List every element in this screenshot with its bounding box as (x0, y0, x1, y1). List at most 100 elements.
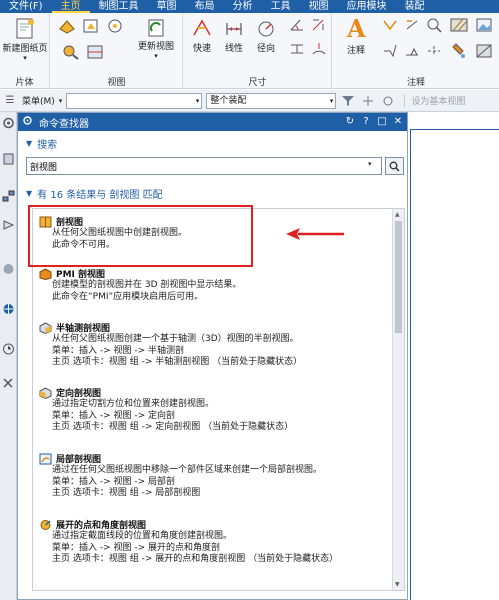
menu-assembly[interactable]: 装配 (396, 0, 434, 13)
datum-feature-icon[interactable] (403, 17, 421, 33)
broken-view-icon[interactable] (85, 43, 105, 61)
new-sheet-button[interactable]: 新建图纸页 ▾ (3, 17, 48, 62)
panel-close-icon[interactable]: ✕ (392, 116, 404, 128)
assembly-navigator-icon[interactable] (1, 188, 16, 204)
search-input[interactable] (26, 157, 382, 175)
panel-help-icon[interactable]: ? (360, 116, 372, 128)
list-item[interactable]: PMI 剖视图 创建模型的剖视图并在 3D 剖视图中显示结果。 此命令在“PMI… (39, 267, 389, 303)
menu-home[interactable]: 主页 (51, 0, 90, 13)
scroll-up-icon[interactable]: ▲ (395, 211, 400, 218)
ribbon-group-dimension: 快速 线性 径向 尺寸 (184, 13, 332, 89)
update-view-button[interactable]: 更新视图 ▾ (133, 17, 179, 60)
scrollbar-thumb[interactable] (395, 221, 402, 333)
menu-button[interactable]: 菜单(M) (22, 94, 55, 107)
chamfer-dimension-icon[interactable] (310, 17, 328, 33)
break-out-section-icon (39, 453, 52, 465)
panel-reset-icon[interactable]: ↻ (344, 116, 356, 128)
svg-text:A: A (346, 15, 366, 43)
menu-dropdown-icon[interactable]: ▾ (59, 97, 63, 105)
centerline-icon[interactable] (425, 43, 443, 59)
result-title: 半轴测剖视图 (56, 324, 111, 334)
image-icon[interactable] (475, 17, 493, 33)
quick-dimension-icon (191, 17, 213, 41)
menu-list-icon[interactable]: ☰ (2, 93, 18, 109)
history-clock-icon[interactable] (1, 342, 16, 358)
type-filter-select[interactable]: ▾ (66, 92, 203, 109)
arc-length-dimension-icon[interactable] (310, 41, 328, 57)
symbol-icon[interactable] (425, 17, 443, 33)
note-icon: A (343, 15, 369, 43)
menu-layout[interactable]: 布局 (186, 0, 224, 13)
radial-dimension-button[interactable]: 径向 (252, 17, 280, 54)
ribbon-group-sheet-label: 片体 (15, 78, 34, 88)
update-view-icon (145, 17, 167, 39)
menu-view[interactable]: 视图 (300, 0, 338, 13)
results-scrollbar[interactable]: ▲ ▼ (392, 209, 404, 590)
menu-file[interactable]: 文件(F) (0, 0, 52, 13)
base-view-icon[interactable] (57, 17, 77, 35)
search-button[interactable] (385, 157, 404, 175)
list-item[interactable]: 定向剖视图 通过指定切割方位和位置来创建剖视图。 菜单：插入 -> 视图 -> … (39, 386, 389, 434)
feature-control-frame-icon[interactable] (381, 17, 399, 33)
filter-options-icon[interactable] (340, 93, 356, 109)
result-title: 定向剖视图 (56, 389, 102, 399)
part-navigator-icon[interactable] (1, 152, 16, 168)
menu-drafting-tools[interactable]: 制图工具 (90, 0, 148, 13)
reuse-library-icon[interactable] (1, 262, 16, 278)
result-description: 通过在任何父图纸视图中移除一个部件区域来创建一个局部剖视图。 (52, 465, 323, 475)
menu-tools[interactable]: 工具 (262, 0, 300, 13)
results-section-header[interactable]: ▼ 有 16 条结果与 剖视图 匹配 (18, 185, 407, 201)
constraint-navigator-icon[interactable] (1, 218, 16, 234)
quick-dimension-label: 快速 (192, 44, 211, 54)
menu-application[interactable]: 应用模块 (338, 0, 396, 13)
command-finder-panel: 命令查找器 ↻ ? □ ✕ ▼ 搜索 ▾ ▼ 有 16 条结果与 剖视图 匹配 … (17, 112, 408, 600)
list-item[interactable]: 局部剖视图 通过在任何父图纸视图中移除一个部件区域来创建一个局部剖视图。 菜单：… (39, 452, 389, 500)
settings-gear-icon[interactable] (1, 116, 16, 132)
selection-scope-select[interactable]: 整个装配 ▾ (206, 92, 337, 109)
note-button[interactable]: A 注释 (339, 15, 373, 56)
result-menu-path: 菜单：插入 -> 视图 -> 展开的点和角度剖 (52, 542, 221, 553)
angular-dimension-icon[interactable] (288, 17, 306, 33)
update-view-label: 更新视图 (137, 42, 174, 52)
menu-analysis[interactable]: 分析 (224, 0, 262, 13)
section-line-icon[interactable] (61, 43, 81, 61)
quick-dimension-button[interactable]: 快速 (188, 17, 216, 54)
panel-titlebar: 命令查找器 ↻ ? □ ✕ (18, 113, 407, 131)
panel-maximize-icon[interactable]: □ (376, 116, 388, 128)
result-ribbon-path: 主页 选项卡：视图 组 -> 定向剖视图 （当前处于隐藏状态） (52, 422, 294, 432)
snap-options-icon[interactable] (380, 93, 396, 109)
scroll-down-icon[interactable]: ▼ (395, 581, 400, 588)
annotation-arrow-icon (286, 228, 344, 240)
panel-title: 命令查找器 (39, 118, 89, 130)
detail-view-icon[interactable] (105, 17, 125, 35)
roles-tools-icon[interactable] (1, 376, 16, 392)
list-item[interactable]: 半轴测剖视图 从任何父图纸视图创建一个基于轴测（3D）视图的半剖视图。 菜单：插… (39, 321, 389, 369)
linear-dimension-button[interactable]: 线性 (220, 17, 248, 54)
search-history-dropdown-icon[interactable]: ▾ (368, 160, 372, 168)
unfolded-point-angle-section-icon (39, 519, 52, 531)
radial-dimension-label: 径向 (256, 44, 275, 54)
search-section-header[interactable]: ▼ 搜索 (18, 135, 57, 151)
surface-finish-icon[interactable] (381, 43, 399, 59)
web-browser-icon[interactable] (1, 302, 16, 318)
snap-point-icon[interactable] (360, 93, 376, 109)
weld-symbol-icon[interactable] (403, 43, 421, 59)
collapse-chevron-icon: ▼ (26, 188, 33, 198)
result-menu-path: 菜单：插入 -> 视图 -> 定向剖 (52, 410, 176, 421)
panel-settings-icon[interactable] (22, 115, 33, 129)
collapse-chevron-icon: ▼ (26, 138, 33, 148)
ribbon: 新建图纸页 ▾ 片体 更新视图 ▾ 视图 快速 线性 径向 尺寸 A 注释 注释 (0, 13, 499, 89)
set-base-view-button[interactable]: 设为基本视图 (404, 94, 465, 107)
hatch-icon[interactable] (449, 17, 469, 33)
graphics-window[interactable] (410, 129, 499, 600)
result-title: 展开的点和角度剖视图 (56, 521, 147, 531)
region-fill-icon[interactable] (475, 43, 493, 59)
thickness-dimension-icon[interactable] (288, 41, 306, 57)
projected-view-icon[interactable] (81, 17, 101, 35)
ribbon-group-dimension-label: 尺寸 (248, 78, 267, 88)
list-item[interactable]: 展开的点和角度剖视图 通过指定截面线段的位置和角度创建剖视图。 菜单：插入 ->… (39, 518, 389, 566)
fill-icon[interactable] (449, 43, 467, 59)
menu-sketch[interactable]: 草图 (148, 0, 186, 13)
pmi-section-icon (39, 267, 52, 280)
resource-bar (0, 112, 17, 600)
